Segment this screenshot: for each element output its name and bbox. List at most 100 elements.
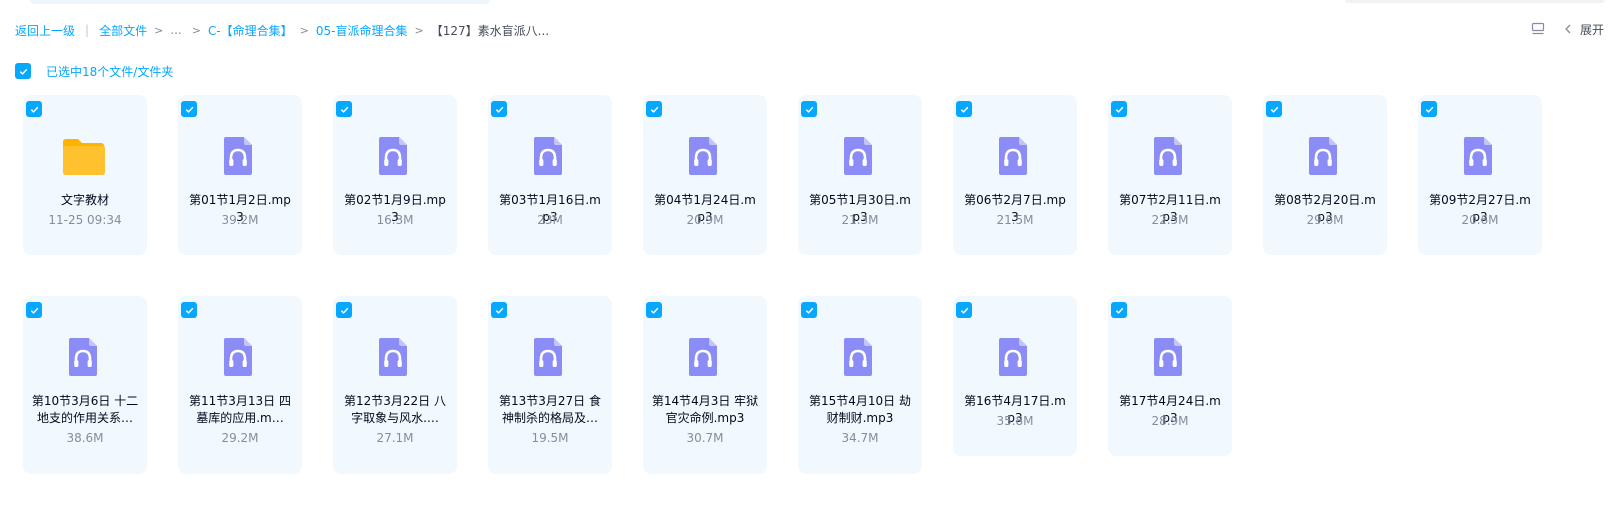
file-tile[interactable]: 第01节1月2日.mp3 39.2M (178, 95, 302, 255)
file-tile[interactable]: 第11节3月13日 四墓库的应用.m… 29.2M (178, 296, 302, 474)
audio-file-icon (844, 338, 872, 376)
audio-file-icon (1309, 137, 1337, 175)
file-name: 第14节4月3日 牢狱官灾命例.mp3 (651, 394, 759, 425)
file-size: 23M (537, 213, 563, 227)
tile-checkbox[interactable] (181, 302, 197, 318)
audio-file-icon (224, 137, 252, 175)
file-size: 21.3M (841, 213, 879, 227)
file-tile[interactable]: 第10节3月6日 十二地支的作用关系… 38.6M (23, 296, 147, 474)
tile-checkbox[interactable] (491, 101, 507, 117)
tile-checkbox[interactable] (336, 101, 352, 117)
breadcrumb-level1-link[interactable]: C-【命理合集】 (208, 22, 293, 39)
tile-checkbox[interactable] (336, 302, 352, 318)
tile-checkbox[interactable] (1111, 302, 1127, 318)
check-icon (185, 106, 193, 113)
audio-file-icon (999, 137, 1027, 175)
folder-tile[interactable]: 文字教材 11-25 09:34 (23, 95, 147, 255)
check-icon (650, 307, 658, 314)
file-tile[interactable]: 第02节1月9日.mp3 16.3M (333, 95, 457, 255)
file-size: 30.7M (686, 431, 724, 445)
file-size: 21.5M (996, 213, 1034, 227)
file-name: 第12节3月22日 八字取象与风水.… (344, 394, 446, 425)
check-icon (960, 106, 968, 113)
file-tile[interactable]: 第08节2月20日.mp3 29.6M (1263, 95, 1387, 255)
audio-file-icon (1154, 137, 1182, 175)
tile-checkbox[interactable] (956, 302, 972, 318)
file-tile[interactable]: 第14节4月3日 牢狱官灾命例.mp3 30.7M (643, 296, 767, 474)
audio-file-icon (1154, 338, 1182, 376)
tile-checkbox[interactable] (181, 101, 197, 117)
file-size: 19.5M (531, 431, 569, 445)
audio-file-icon (689, 137, 717, 175)
check-icon (1270, 106, 1278, 113)
file-size: 27.1M (376, 431, 414, 445)
tile-checkbox[interactable] (801, 302, 817, 318)
audio-file-icon (534, 137, 562, 175)
tile-checkbox[interactable] (1421, 101, 1437, 117)
audio-file-icon (534, 338, 562, 376)
file-tile[interactable]: 第05节1月30日.mp3 21.3M (798, 95, 922, 255)
select-all-checkbox[interactable] (15, 63, 31, 79)
file-size: 34.7M (841, 431, 879, 445)
audio-file-icon (69, 338, 97, 376)
tile-checkbox[interactable] (956, 101, 972, 117)
file-size: 20.9M (686, 213, 724, 227)
audio-file-icon (379, 137, 407, 175)
audio-file-icon (844, 137, 872, 175)
audio-file-icon (379, 338, 407, 376)
check-icon (960, 307, 968, 314)
tile-checkbox[interactable] (801, 101, 817, 117)
audio-file-icon (224, 338, 252, 376)
tile-checkbox[interactable] (646, 302, 662, 318)
file-size: 16.3M (376, 213, 414, 227)
check-icon (1115, 307, 1123, 314)
file-size: 20.6M (1461, 213, 1499, 227)
check-icon (185, 307, 193, 314)
file-tile[interactable]: 第16节4月17日.mp3 35.8M (953, 296, 1077, 456)
file-size: 29.6M (1306, 213, 1344, 227)
audio-file-icon (1464, 137, 1492, 175)
tile-checkbox[interactable] (1266, 101, 1282, 117)
file-size: 29.2M (221, 431, 259, 445)
check-icon (805, 106, 813, 113)
file-name: 第10节3月6日 十二地支的作用关系… (31, 394, 139, 425)
expand-button[interactable]: 展开 (1580, 21, 1604, 38)
file-date: 11-25 09:34 (48, 213, 122, 227)
breadcrumb-root-link[interactable]: 全部文件 (99, 22, 147, 39)
tile-checkbox[interactable] (1111, 101, 1127, 117)
view-mode-icon[interactable] (1530, 21, 1546, 37)
breadcrumb-separator: > (414, 23, 424, 37)
file-tile[interactable]: 第06节2月7日.mp3 21.5M (953, 95, 1077, 255)
file-tile[interactable]: 第13节3月27日 食神制杀的格局及… 19.5M (488, 296, 612, 474)
back-link[interactable]: 返回上一级 (15, 22, 75, 39)
breadcrumb-ellipsis[interactable]: ... (170, 23, 181, 37)
file-size: 28.9M (1151, 414, 1189, 428)
file-name: 第15节4月10日 劫财制财.mp3 (809, 394, 911, 425)
check-icon (650, 106, 658, 113)
check-icon (495, 106, 503, 113)
check-icon (805, 307, 813, 314)
folder-icon (63, 139, 105, 175)
file-grid: 文字教材 11-25 09:34 第01节1月2日.mp3 39.2M 第02节1月9日… (23, 95, 1603, 515)
tile-checkbox[interactable] (26, 101, 42, 117)
file-tile[interactable]: 第17节4月24日.mp3 28.9M (1108, 296, 1232, 456)
file-tile[interactable]: 第09节2月27日.mp3 20.6M (1418, 95, 1542, 255)
breadcrumb-divider: | (85, 23, 90, 37)
select-all-bar: 已选中18个文件/文件夹 (15, 63, 173, 79)
tile-checkbox[interactable] (646, 101, 662, 117)
file-tile[interactable]: 第15节4月10日 劫财制财.mp3 34.7M (798, 296, 922, 474)
file-tile[interactable]: 第04节1月24日.mp3 20.9M (643, 95, 767, 255)
file-tile[interactable]: 第03节1月16日.mp3 23M (488, 95, 612, 255)
tile-checkbox[interactable] (26, 302, 42, 318)
check-icon (30, 307, 38, 314)
breadcrumb-current: 【127】素水盲派八... (430, 23, 550, 38)
breadcrumb-level2-link[interactable]: 05-盲派命理合集 (316, 22, 408, 39)
file-tile[interactable]: 第12节3月22日 八字取象与风水.… 27.1M (333, 296, 457, 474)
audio-file-icon (689, 338, 717, 376)
breadcrumb-separator: > (154, 23, 164, 37)
check-icon (340, 106, 348, 113)
file-size: 22.5M (1151, 213, 1189, 227)
file-tile[interactable]: 第07节2月11日.mp3 22.5M (1108, 95, 1232, 255)
tile-checkbox[interactable] (491, 302, 507, 318)
file-name: 第13节3月27日 食神制杀的格局及… (499, 394, 601, 425)
